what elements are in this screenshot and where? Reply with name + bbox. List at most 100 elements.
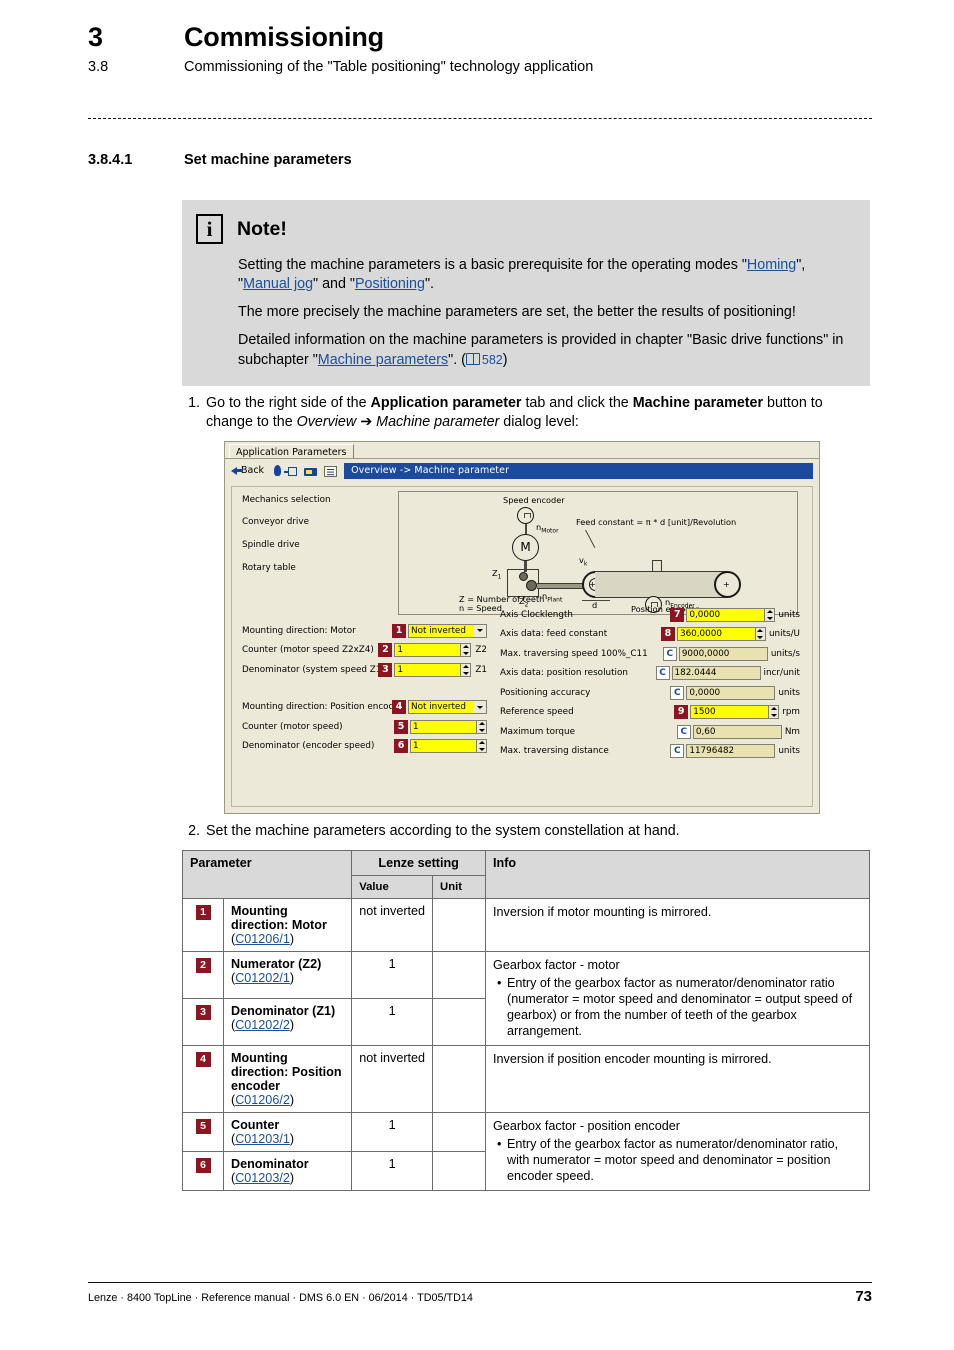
- note-box: i Note! Setting the machine parameters i…: [182, 200, 870, 386]
- idler-pulley-plus: +: [723, 580, 730, 589]
- encoder-pulse-line-2: [524, 513, 526, 518]
- unit-positioning-accuracy: units: [778, 687, 800, 698]
- value-counter-motor-speed[interactable]: 1: [410, 719, 476, 734]
- row-badge-cell-4: 4: [182, 1044, 224, 1113]
- value-reference-speed[interactable]: 1500: [690, 705, 769, 719]
- step1-i1: Overview: [296, 414, 357, 431]
- th-lenze-setting: Lenze setting: [351, 850, 487, 876]
- value-mounting-direction-position-encoder[interactable]: Not inverted: [408, 700, 474, 714]
- chevron-down-icon-2[interactable]: [474, 700, 487, 714]
- bulb-icon[interactable]: [274, 465, 282, 476]
- field-row-counter-motor-speed-z2z4: Counter (motor speed Z2xZ4) 2 1 Z2: [242, 643, 487, 658]
- row-parameter-cell-5: Counter (C01203/1): [222, 1111, 353, 1152]
- z1-subscript: 1: [497, 573, 502, 581]
- badge-c-5: C: [670, 744, 685, 758]
- value-axis-data-feed-constant[interactable]: 360,0000: [676, 627, 755, 641]
- plant-shaft: [537, 583, 587, 589]
- table-header-row: Parameter Lenze setting Info: [181, 850, 870, 899]
- badge-9: 9: [674, 705, 689, 719]
- field-row-denominator-system-speed-z1z3: Denominator (system speed Z1xZ3) 3 1 Z1: [242, 662, 487, 677]
- badge-3: 3: [378, 662, 393, 677]
- value-axis-clocklength[interactable]: 0,0000: [686, 607, 765, 622]
- field-row-denominator-encoder-speed: Denominator (encoder speed) 6 1: [242, 739, 487, 754]
- diagram-legend-speed: n = Speed: [459, 603, 502, 613]
- note-p3-text-c: ): [502, 351, 508, 368]
- n-motor-subscript: Motor: [541, 527, 559, 535]
- spinner-denominator-system-speed-z1z3[interactable]: [460, 662, 472, 677]
- th-value: Value: [351, 875, 434, 899]
- badge-2: 2: [378, 643, 393, 657]
- value-mounting-direction-motor[interactable]: Not inverted: [408, 623, 474, 638]
- dialog-toolbar: Back Overview -> Machine parameter: [225, 459, 819, 482]
- label-denominator-system-speed-z1z3: Denominator (system speed Z1xZ3): [242, 664, 378, 675]
- info-icon: i: [196, 214, 223, 244]
- step-2-text: Set the machine parameters according to …: [206, 823, 680, 839]
- link-manual-jog[interactable]: Manual jog: [243, 276, 313, 292]
- diagram-label-n-plant: nPlant: [542, 591, 562, 604]
- note-paragraph-1: Setting the machine parameters is a basi…: [238, 256, 852, 294]
- subsection-heading: 3.8.4.1 Set machine parameters: [88, 152, 352, 168]
- table-badge-3: 3: [195, 1004, 211, 1020]
- diagram-label-vk: vk: [579, 555, 587, 568]
- param-code-link-5[interactable]: C01203/1: [235, 1132, 290, 1146]
- tab-application-parameters[interactable]: Application Parameters: [229, 444, 355, 459]
- subsection-title: Set machine parameters: [184, 152, 352, 168]
- param-code-link-1[interactable]: C01206/1: [235, 932, 290, 946]
- label-denominator-encoder-speed: Denominator (encoder speed): [242, 741, 375, 751]
- table-badge-2: 2: [195, 958, 211, 973]
- plug-icon[interactable]: [284, 467, 298, 476]
- note-paragraph-3: Detailed information on the machine para…: [238, 331, 852, 369]
- param-code-link-6[interactable]: C01203/2: [235, 1171, 290, 1185]
- combo-mounting-direction-motor[interactable]: Not inverted: [408, 623, 487, 638]
- row-parameter-cell-4: Mounting direction: Position encoder (C01…: [222, 1044, 353, 1113]
- param-name-6: Denominator: [231, 1156, 309, 1171]
- suffix-z2: Z2: [475, 645, 487, 655]
- value-denominator-system-speed-z1z3[interactable]: 1: [394, 662, 461, 677]
- chevron-down-icon[interactable]: [474, 623, 487, 638]
- param-code-link-3[interactable]: C01202/2: [235, 1018, 290, 1032]
- link-positioning[interactable]: Positioning: [355, 276, 425, 292]
- link-homing[interactable]: Homing: [747, 257, 796, 273]
- row-unit-cell-4: [432, 1044, 487, 1113]
- badge-c-1: C: [662, 646, 677, 661]
- param-code-link-4[interactable]: C01206/2: [235, 1093, 290, 1107]
- step-2: 2. Set the machine parameters according …: [182, 822, 872, 841]
- param-code-link-2[interactable]: C01202/1: [235, 971, 290, 985]
- link-machine-parameters[interactable]: Machine parameters: [318, 352, 448, 368]
- label-maximum-torque: Maximum torque: [500, 726, 576, 737]
- label-mounting-direction-position-encoder: Mounting direction: Position encod..: [242, 702, 392, 712]
- row-badge-cell-3: 3: [182, 997, 224, 1046]
- note-page-reference: 582: [481, 352, 503, 367]
- field-row-counter-motor-speed: Counter (motor speed) 5 1: [242, 719, 487, 734]
- spinner-axis-clocklength[interactable]: [764, 607, 776, 622]
- value-counter-motor-speed-z2z4[interactable]: 1: [394, 643, 461, 657]
- spinner-counter-motor-speed[interactable]: [476, 719, 487, 734]
- table-badge-6: 6: [195, 1157, 211, 1173]
- value-denominator-encoder-speed[interactable]: 1: [410, 739, 476, 753]
- back-button[interactable]: Back: [231, 465, 264, 476]
- row-unit-cell-5: [432, 1111, 487, 1152]
- spinner-reference-speed[interactable]: [768, 705, 780, 719]
- properties-icon[interactable]: [324, 465, 338, 477]
- page-footer: Lenze · 8400 TopLine · Reference manual …: [88, 1282, 872, 1305]
- diagram-label-n-motor: nMotor: [536, 522, 559, 535]
- spinner-counter-motor-speed-z2z4[interactable]: [460, 643, 472, 657]
- application-parameters-dialog[interactable]: Application Parameters Back Overview -> …: [224, 441, 820, 814]
- combo-mounting-direction-position-encoder[interactable]: Not inverted: [408, 700, 487, 714]
- chapter-title: Commissioning: [184, 22, 384, 52]
- info-title-5: Gearbox factor - position encoder: [493, 1118, 680, 1133]
- badge-c-3: C: [670, 685, 685, 700]
- spinner-axis-data-feed-constant[interactable]: [754, 627, 766, 641]
- spinner-denominator-encoder-speed[interactable]: [476, 739, 487, 753]
- card-icon[interactable]: [304, 468, 318, 476]
- field-row-mounting-direction-position-encoder: Mounting direction: Position encod.. 4 N…: [242, 700, 487, 715]
- row-badge-cell-6: 6: [182, 1150, 224, 1191]
- field-row-positioning-accuracy: Positioning accuracy C 0,0000 units: [500, 685, 800, 700]
- row-info-cell-5: Gearbox factor - position encoder Entry o…: [485, 1111, 870, 1191]
- n-plant-subscript: Plant: [547, 596, 563, 604]
- row-parameter-cell-1: Mounting direction: Motor (C01206/1): [222, 898, 353, 952]
- motor-symbol: M: [512, 534, 539, 561]
- field-row-axis-data-position-resolution: Axis data: position resolution C 182.044…: [500, 666, 800, 681]
- param-name-3: Denominator (Z1): [231, 1003, 336, 1018]
- badge-1: 1: [392, 623, 406, 638]
